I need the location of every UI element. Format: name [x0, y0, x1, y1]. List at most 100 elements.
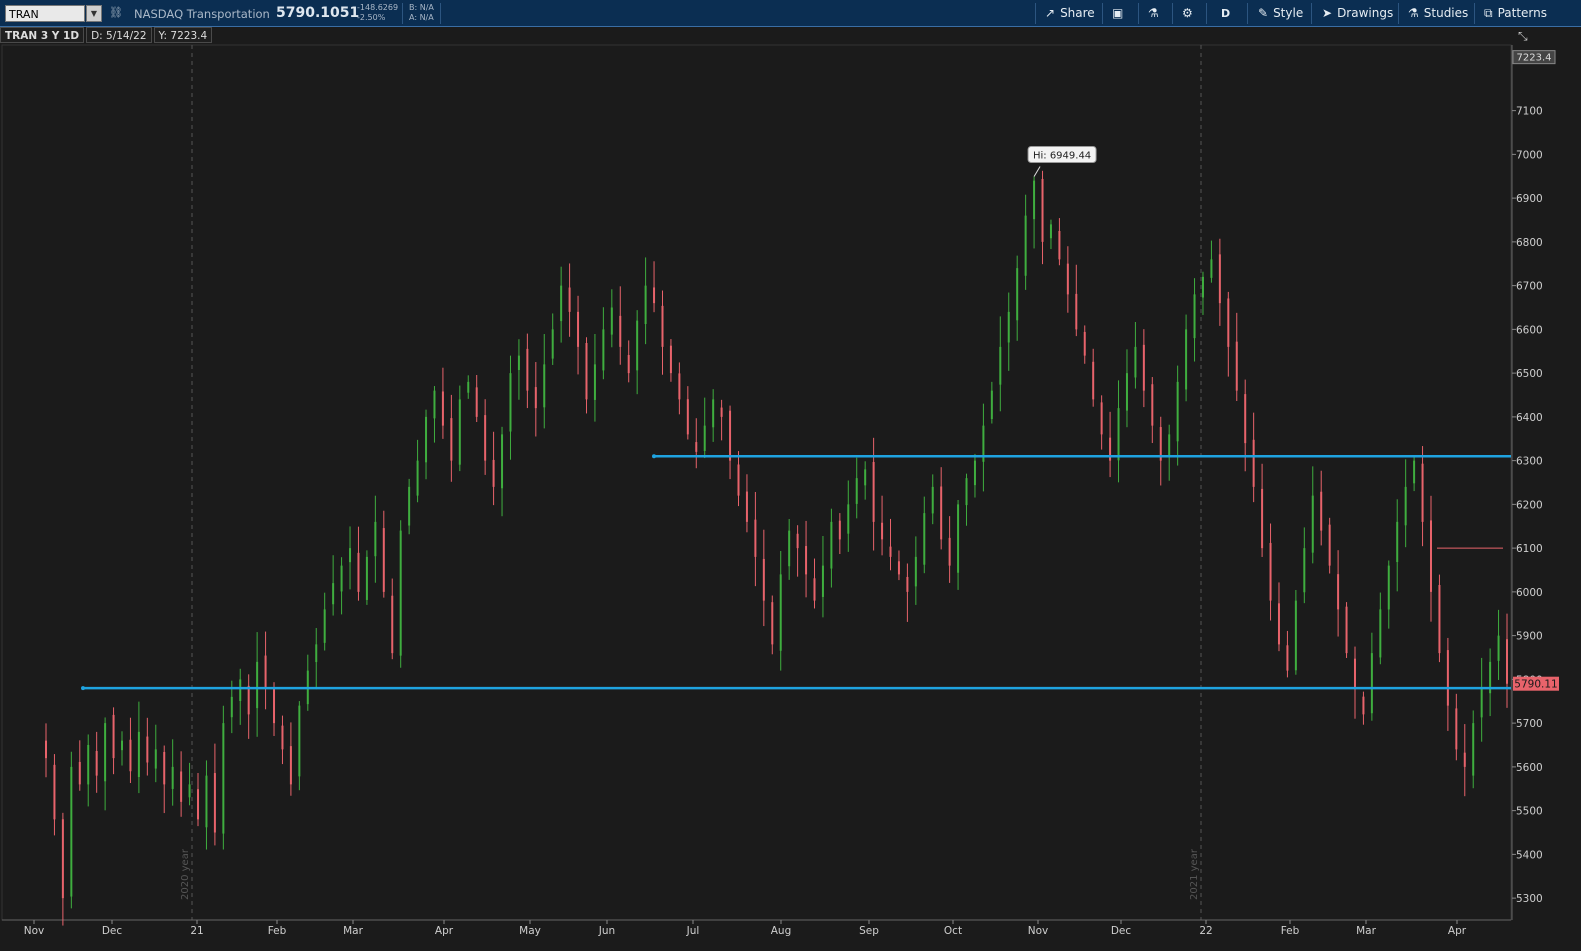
candle-body	[864, 469, 867, 486]
candle-body	[501, 434, 504, 489]
candle-body	[560, 285, 563, 322]
candle-body	[543, 364, 546, 408]
candle-body	[1286, 645, 1289, 671]
x-tick-label: Nov	[1028, 925, 1049, 937]
candle-body	[205, 775, 208, 828]
price-chart[interactable]: 2020 year2021 year5300540055005600570058…	[0, 0, 1581, 951]
price-axis[interactable]	[1513, 45, 1581, 951]
candle-body	[1303, 548, 1306, 593]
candle-body	[408, 486, 411, 526]
candle-body	[821, 565, 824, 597]
candle-body	[1176, 381, 1179, 442]
expand-icon[interactable]: ⤡	[1518, 29, 1528, 43]
x-tick-label: Mar	[1356, 925, 1376, 937]
candle-body	[1235, 341, 1238, 391]
candle-body	[129, 739, 132, 772]
candle-body	[1218, 254, 1221, 304]
candle-body	[1261, 488, 1264, 549]
candle-body	[323, 609, 326, 643]
candle-body	[399, 530, 402, 656]
candle-body	[1345, 606, 1348, 654]
candle-body	[1438, 584, 1441, 654]
candle-body	[1429, 520, 1432, 592]
candle-body	[881, 522, 884, 540]
candle-body	[745, 491, 748, 522]
candle-body	[1413, 460, 1416, 484]
candle-body	[636, 320, 639, 371]
candle-body	[1201, 276, 1204, 298]
candle-body	[619, 315, 622, 347]
candle-body	[1033, 180, 1036, 220]
candle-body	[1151, 384, 1154, 426]
candle-body	[593, 364, 596, 400]
candle-body	[644, 285, 647, 325]
candle-body	[1404, 486, 1407, 526]
candle-body	[1269, 542, 1272, 601]
candle-body	[534, 387, 537, 409]
candle-body	[484, 415, 487, 461]
candle-body	[273, 687, 276, 724]
candle-body	[281, 725, 284, 750]
candle-body	[712, 399, 715, 428]
x-tick-label: Aug	[771, 925, 792, 937]
candle-body	[154, 749, 157, 769]
candle-body	[1463, 752, 1466, 767]
candle-body	[315, 644, 318, 663]
candle-body	[61, 819, 64, 899]
candle-body	[382, 528, 385, 592]
candle-body	[948, 537, 951, 566]
candle-body	[467, 381, 470, 393]
candle-body	[239, 679, 242, 702]
candle-body	[1007, 311, 1010, 343]
x-tick-label: Jul	[686, 925, 700, 937]
candle-body	[1142, 344, 1145, 391]
candle-body	[602, 329, 605, 371]
candle-body	[509, 373, 512, 432]
line-anchor-point	[81, 686, 85, 691]
candle-body	[737, 464, 740, 496]
candle-body	[973, 460, 976, 486]
candle-body	[1277, 603, 1280, 645]
year-label: 2020 year	[180, 848, 191, 900]
x-tick-label: Feb	[268, 925, 287, 937]
candle-body	[1446, 650, 1449, 706]
candle-body	[112, 714, 115, 759]
candle-body	[1320, 491, 1323, 531]
candle-body	[788, 530, 791, 567]
x-tick-label: Apr	[1448, 925, 1467, 937]
candle-body	[1421, 463, 1424, 522]
candle-body	[1083, 331, 1086, 356]
candle-body	[450, 418, 453, 461]
candle-body	[137, 731, 140, 778]
candle-body	[762, 558, 765, 601]
candle-body	[931, 486, 934, 514]
x-tick-label: 22	[1199, 925, 1212, 937]
candle-body	[1370, 653, 1373, 714]
candle-body	[796, 533, 799, 549]
candle-body	[703, 425, 706, 451]
candle-body	[349, 548, 352, 563]
candle-body	[838, 520, 841, 540]
candle-body	[222, 723, 225, 834]
candle-body	[1328, 524, 1331, 566]
candle-body	[1252, 439, 1255, 487]
candle-body	[830, 521, 833, 569]
candle-body	[517, 355, 520, 371]
candle-body	[577, 311, 580, 347]
candle-body	[897, 561, 900, 575]
x-tick-label: 21	[190, 925, 203, 937]
candle-body	[805, 546, 808, 575]
candle-body	[1100, 402, 1103, 435]
candle-body	[1168, 434, 1171, 458]
candle-body	[264, 655, 267, 689]
candle-body	[1353, 658, 1356, 689]
candle-body	[163, 751, 166, 785]
candle-body	[779, 574, 782, 651]
candle-body	[1041, 178, 1044, 242]
candle-body	[87, 745, 90, 785]
candle-body	[171, 766, 174, 789]
candle-body	[230, 696, 233, 718]
candle-body	[1379, 609, 1382, 658]
candle-body	[70, 766, 73, 897]
candle-body	[914, 556, 917, 587]
